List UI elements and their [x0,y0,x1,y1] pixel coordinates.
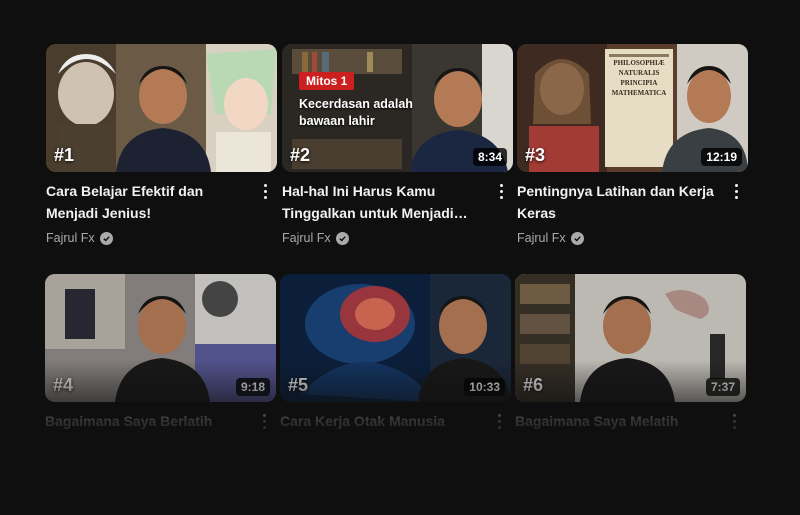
video-card-2[interactable]: Mitos 1 Kecerdasan adalah bawaan lahir #… [282,44,513,245]
video-duration: 7:37 [705,378,740,396]
rank-label: #3 [525,145,546,165]
more-vert-icon[interactable] [491,410,507,432]
video-card-5[interactable]: #5 10:33 Cara Kerja Otak Manusia [280,274,511,432]
video-card-4[interactable]: #4 9:18 Bagaimana Saya Berlatih [45,274,276,432]
thumbnail-image [46,44,277,172]
video-title[interactable]: Bagaimana Saya Melatih [515,410,720,432]
video-title[interactable]: Pentingnya Latihan dan Kerja Keras [517,180,722,224]
video-title[interactable]: Cara Kerja Otak Manusia [280,410,485,432]
video-thumbnail[interactable]: #6 7:37 [515,274,746,402]
more-vert-icon[interactable] [728,180,744,202]
more-vert-icon[interactable] [493,180,509,202]
video-thumbnail[interactable]: #4 9:18 [45,274,276,402]
video-duration: 9:18 [235,378,270,396]
video-thumbnail[interactable]: Mitos 1 Kecerdasan adalah bawaan lahir #… [282,44,513,172]
thumbnail-overlay-text: Kecerdasan adalah bawaan lahir [299,97,413,128]
video-title[interactable]: Hal-hal Ini Harus Kamu Tinggalkan untuk … [282,180,487,224]
rank-label: #6 [523,375,544,395]
video-duration: 12:19 [701,148,742,166]
more-vert-icon[interactable] [256,410,272,432]
video-card-1[interactable]: #1 Cara Belajar Efektif dan Menjadi Jeni… [46,44,277,245]
more-vert-icon[interactable] [257,180,273,202]
rank-label: #5 [288,375,309,395]
video-thumbnail[interactable]: PHILOSOPHIÆ NATURALIS PRINCIPIA MATHEMAT… [517,44,748,172]
mitos-badge: Mitos 1 [299,72,355,90]
rank-label: #2 [290,145,311,165]
video-card-3[interactable]: PHILOSOPHIÆ NATURALIS PRINCIPIA MATHEMAT… [517,44,748,245]
video-duration: 8:34 [472,148,507,166]
video-title[interactable]: Cara Belajar Efektif dan Menjadi Jenius! [46,180,251,224]
video-card-6[interactable]: #6 7:37 Bagaimana Saya Melatih [515,274,746,432]
rank-label: #1 [54,145,75,165]
video-thumbnail[interactable]: #1 [46,44,277,172]
channel-name[interactable]: Fajrul Fx [46,231,95,245]
check-circle-icon [570,231,584,245]
rank-label: #4 [53,375,74,395]
check-circle-icon [99,231,113,245]
book-title-text: PHILOSOPHIÆ NATURALIS PRINCIPIA MATHEMAT… [611,59,667,97]
check-circle-icon [335,231,349,245]
video-title[interactable]: Bagaimana Saya Berlatih [45,410,250,432]
more-vert-icon[interactable] [726,410,742,432]
channel-name[interactable]: Fajrul Fx [282,231,331,245]
video-thumbnail[interactable]: #5 10:33 [280,274,511,402]
video-duration: 10:33 [464,378,505,396]
channel-name[interactable]: Fajrul Fx [517,231,566,245]
